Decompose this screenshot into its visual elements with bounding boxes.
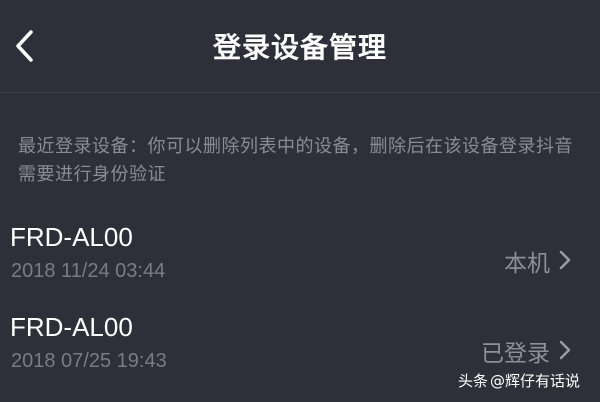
chevron-right-icon (559, 250, 571, 270)
device-row[interactable]: FRD-AL00 2018 11/24 03:44 本机 (0, 222, 600, 312)
watermark-handle: @辉仔有话说 (490, 372, 581, 390)
device-name: FRD-AL00 (10, 312, 133, 342)
chevron-right-icon (559, 340, 571, 360)
notice-text: 最近登录设备：你可以删除列表中的设备，删除后在该设备登录抖音需要进行身份验证 (18, 136, 573, 185)
watermark: 头条 @辉仔有话说 (458, 370, 580, 391)
watermark-prefix: 头条 (458, 372, 489, 390)
device-login-time: 2018 11/24 03:44 (11, 260, 166, 282)
device-status: 已登录 (481, 341, 550, 367)
device-login-time: 2018 07/25 19:43 (11, 350, 167, 372)
device-name: FRD-AL00 (10, 222, 133, 252)
header-divider (0, 92, 600, 93)
header-bar: 登录设备管理 (0, 0, 600, 92)
page-title: 登录设备管理 (212, 31, 387, 64)
device-status: 本机 (504, 251, 550, 277)
